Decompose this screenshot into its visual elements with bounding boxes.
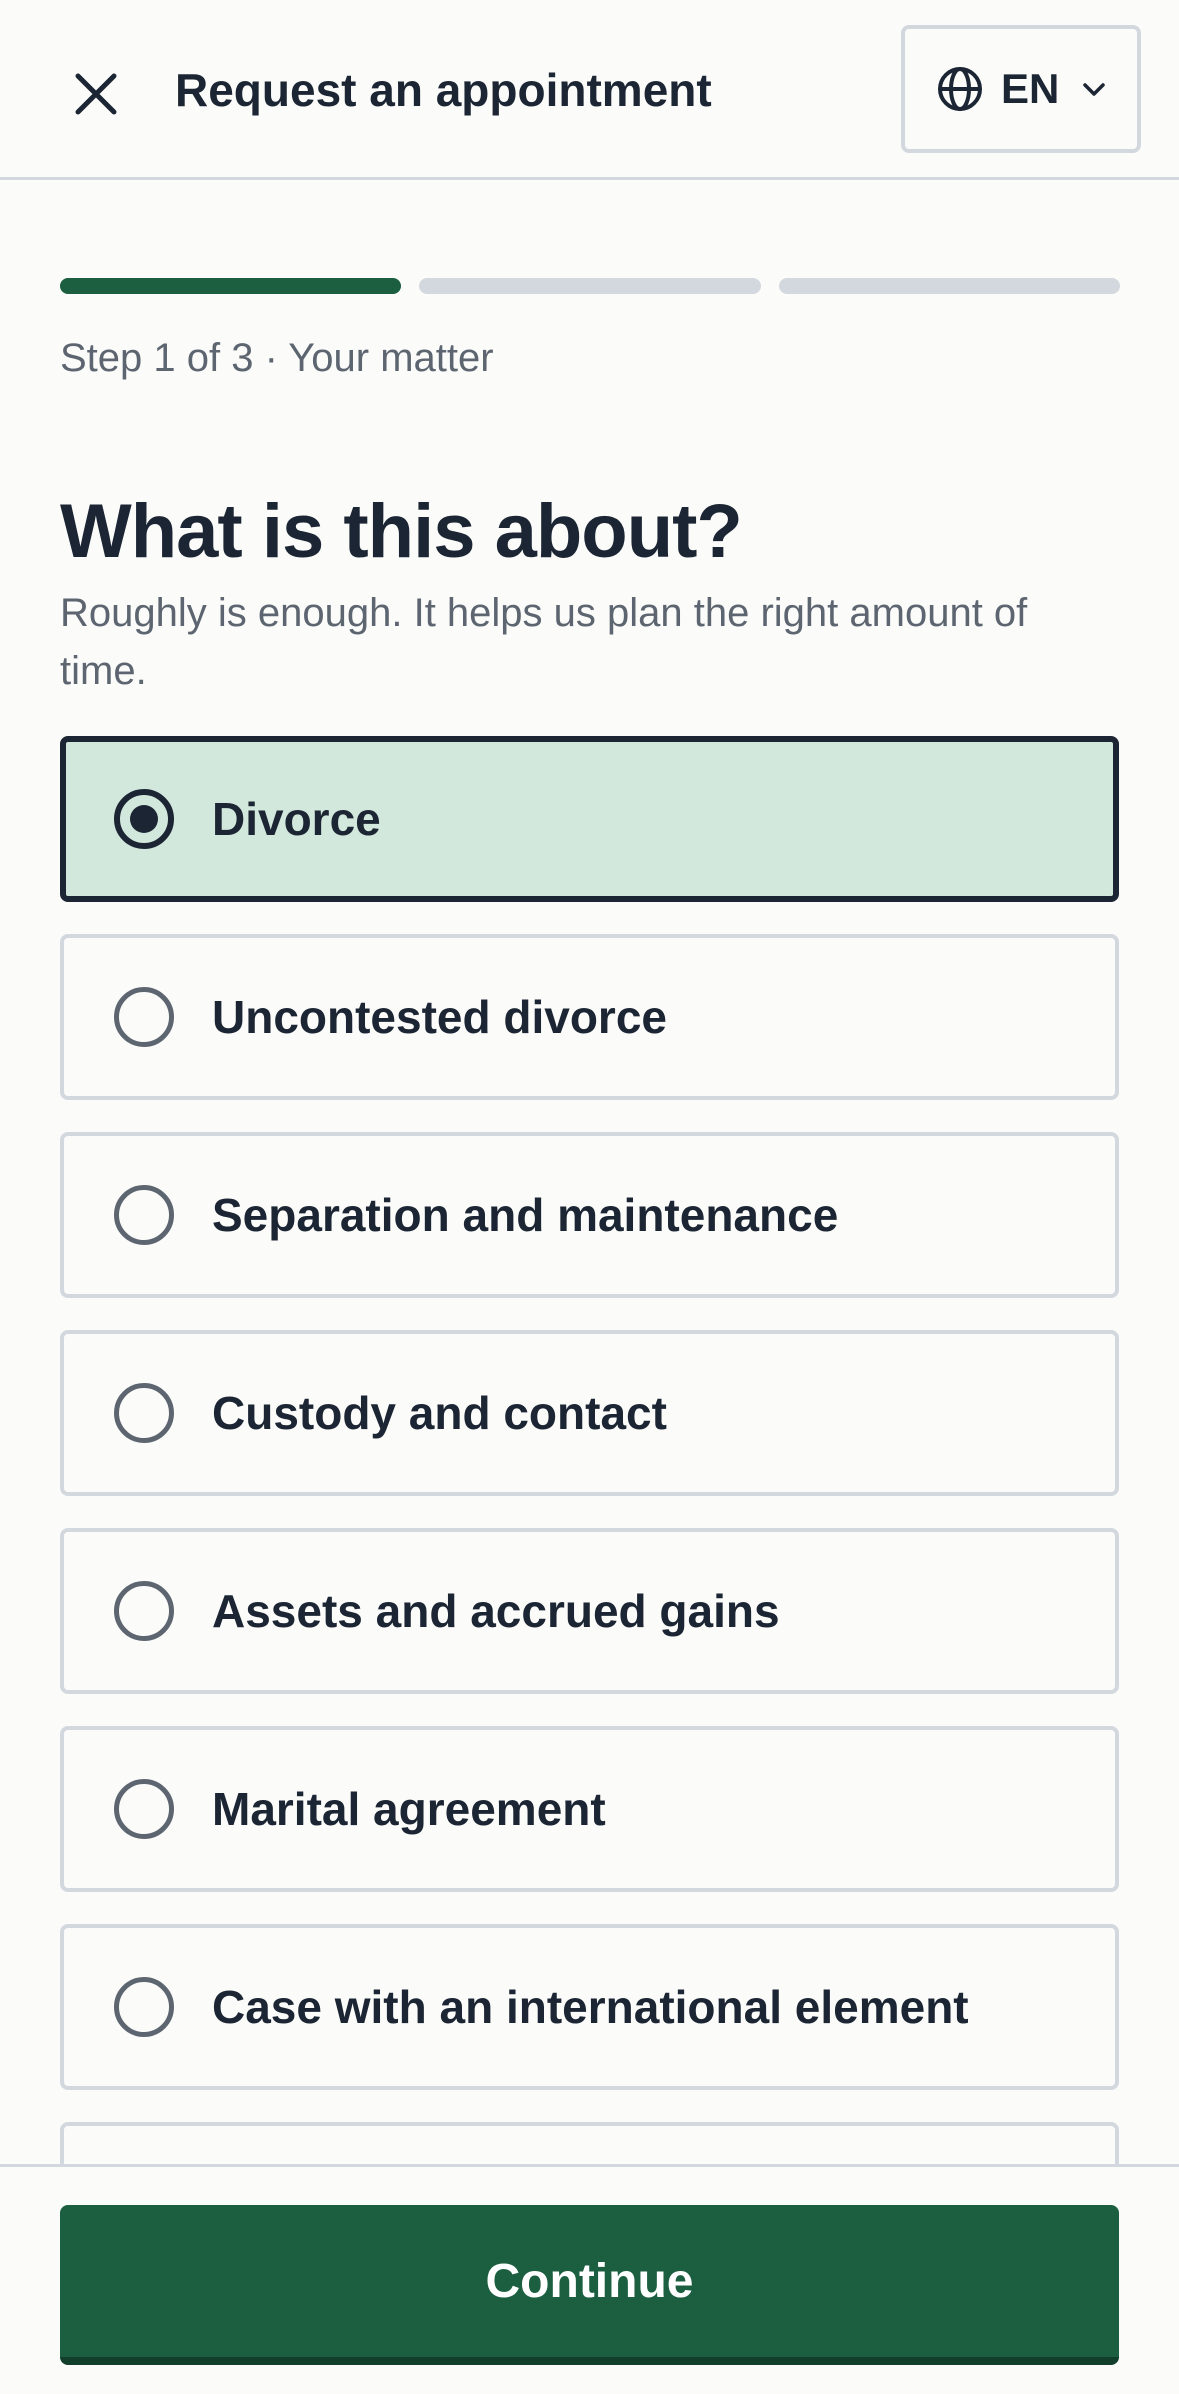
- matter-options-list: Divorce Uncontested divorce Separation a…: [60, 736, 1119, 2164]
- radio-button[interactable]: [114, 789, 174, 849]
- page-title: Request an appointment: [175, 64, 712, 116]
- option-international-case[interactable]: Case with an international element: [60, 1924, 1119, 2090]
- close-button[interactable]: [60, 58, 132, 130]
- top-bar: Request an appointment EN: [0, 0, 1179, 180]
- step-indicator: Step 1 of 3 · Your matter: [60, 336, 494, 380]
- radio-button[interactable]: [114, 1383, 174, 1443]
- close-icon: [75, 73, 117, 115]
- option-separation-and-maintenance[interactable]: Separation and maintenance: [60, 1132, 1119, 1298]
- radio-button[interactable]: [114, 1977, 174, 2037]
- radio-button[interactable]: [114, 987, 174, 1047]
- question-title: What is this about?: [60, 489, 743, 574]
- option-uncontested-divorce[interactable]: Uncontested divorce: [60, 934, 1119, 1100]
- globe-icon: [938, 67, 982, 111]
- option-label: Marital agreement: [212, 1783, 606, 1835]
- option-divorce[interactable]: Divorce: [60, 736, 1119, 902]
- option-label: Separation and maintenance: [212, 1189, 839, 1241]
- option-label: Case with an international element: [212, 1981, 969, 2033]
- radio-button[interactable]: [114, 1581, 174, 1641]
- option-label: Assets and accrued gains: [212, 1585, 780, 1637]
- language-code: EN: [1001, 65, 1060, 112]
- option-marital-agreement[interactable]: Marital agreement: [60, 1726, 1119, 1892]
- step-progress-bar: [60, 278, 1120, 294]
- progress-segment-3: [778, 278, 1120, 294]
- option-label: Divorce: [212, 793, 381, 845]
- question-helper-text: Roughly is enough. It helps us plan the …: [60, 591, 1028, 693]
- option-custody-and-contact[interactable]: Custody and contact: [60, 1330, 1119, 1496]
- option-partially-visible[interactable]: [60, 2122, 1119, 2164]
- bottom-action-bar: Continue: [0, 2164, 1179, 2394]
- continue-button[interactable]: Continue: [60, 2205, 1119, 2365]
- chevron-down-icon: [1083, 83, 1106, 96]
- option-label: Custody and contact: [212, 1387, 667, 1439]
- language-selector-button[interactable]: EN: [901, 25, 1141, 153]
- radio-button[interactable]: [114, 1185, 174, 1245]
- option-label: Uncontested divorce: [212, 991, 667, 1043]
- progress-segment-2: [419, 278, 761, 294]
- progress-segment-1: [60, 278, 402, 294]
- radio-button[interactable]: [114, 1779, 174, 1839]
- option-assets-and-accrued-gains[interactable]: Assets and accrued gains: [60, 1528, 1119, 1694]
